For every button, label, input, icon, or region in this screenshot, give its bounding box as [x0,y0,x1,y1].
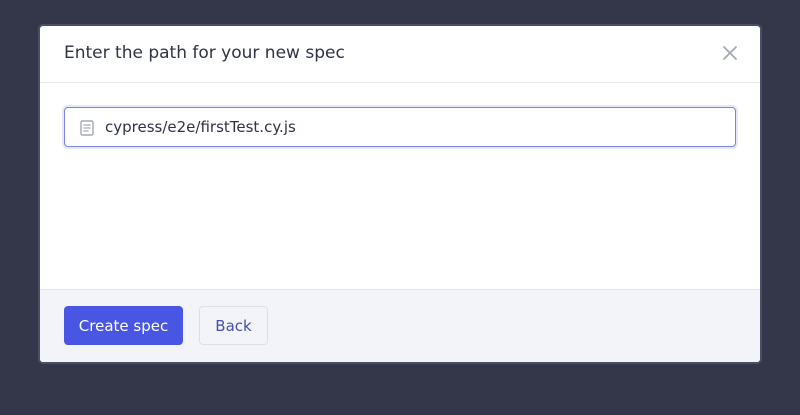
create-spec-dialog: Enter the path for your new spec Create … [38,24,762,364]
back-button[interactable]: Back [199,306,268,345]
close-icon [723,46,737,60]
close-button[interactable] [722,45,738,61]
spec-path-input[interactable] [105,108,725,146]
spec-path-field[interactable] [64,107,736,147]
create-spec-button[interactable]: Create spec [64,306,183,345]
dialog-body [40,83,760,291]
dialog-header: Enter the path for your new spec [40,26,760,83]
dialog-footer: Create spec Back [40,289,760,362]
dialog-title: Enter the path for your new spec [64,43,345,63]
document-icon [80,120,94,136]
